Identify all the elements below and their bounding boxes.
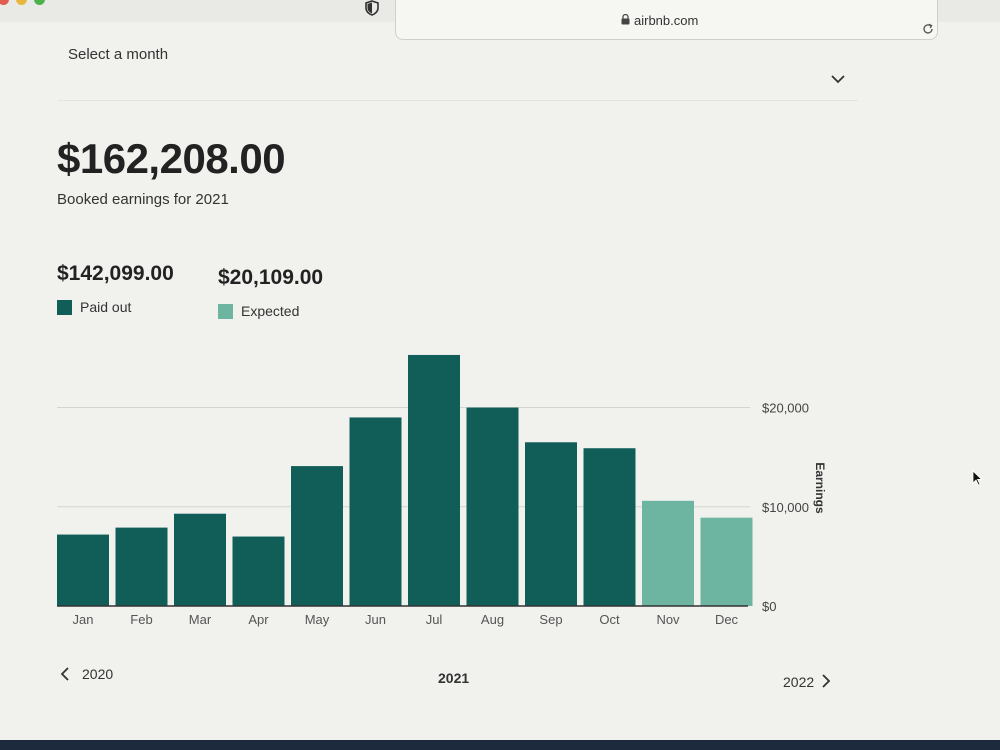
y-axis-label: Earnings bbox=[813, 462, 827, 514]
bar-mar-paid-out[interactable] bbox=[174, 513, 226, 606]
x-tick-label: Dec bbox=[715, 612, 739, 627]
y-tick-label: $10,000 bbox=[762, 500, 809, 515]
bar-sep-paid-out[interactable] bbox=[525, 442, 577, 606]
expected-value: $20,109.00 bbox=[218, 266, 324, 289]
x-tick-label: Jan bbox=[73, 612, 94, 627]
x-tick-label: Apr bbox=[248, 612, 269, 627]
bar-jun-paid-out[interactable] bbox=[349, 417, 402, 606]
chevron-left-icon bbox=[60, 667, 69, 681]
next-year-label: 2022 bbox=[783, 674, 815, 690]
total-earnings-caption: Booked earnings for 2021 bbox=[57, 191, 229, 208]
x-tick-label: Jul bbox=[426, 612, 443, 627]
chevron-right-icon bbox=[822, 674, 831, 688]
x-tick-label: Aug bbox=[481, 612, 504, 627]
url-text[interactable]: airbnb.com bbox=[634, 13, 698, 28]
bar-may-paid-out[interactable] bbox=[291, 466, 343, 606]
prev-year-label: 2020 bbox=[82, 666, 114, 682]
dock-strip bbox=[0, 740, 1000, 750]
window-controls bbox=[0, 0, 60, 6]
address-bar[interactable]: airbnb.com bbox=[395, 0, 938, 40]
month-select-label: Select a month bbox=[68, 46, 169, 63]
close-window-button[interactable] bbox=[0, 0, 9, 5]
earnings-chart: $0 $10,000 $20,000 Jan Feb Mar Apr May Jun Jul Aug… bbox=[0, 330, 1000, 650]
earnings-chart-svg: $0 $10,000 $20,000 Jan Feb Mar Apr May Jun Jul Aug… bbox=[57, 354, 827, 627]
lock-icon bbox=[621, 14, 630, 25]
x-tick-label: Oct bbox=[599, 612, 620, 627]
maximize-window-button[interactable] bbox=[34, 0, 45, 5]
paid-out-swatch bbox=[57, 300, 72, 315]
bar-nov-expected[interactable] bbox=[642, 500, 694, 606]
bar-apr-paid-out[interactable] bbox=[232, 536, 285, 606]
x-tick-label: Sep bbox=[539, 612, 562, 627]
current-year: 2021 bbox=[438, 670, 470, 686]
x-tick-label: Nov bbox=[656, 612, 680, 627]
x-tick-label: Mar bbox=[189, 612, 212, 627]
mouse-cursor-icon bbox=[972, 470, 982, 486]
y-tick-label: $0 bbox=[762, 599, 776, 614]
paid-out-label: Paid out bbox=[80, 299, 132, 315]
expected-label: Expected bbox=[241, 303, 300, 319]
expected-swatch bbox=[218, 304, 233, 319]
total-earnings: $162,208.00 bbox=[57, 135, 286, 182]
bar-feb-paid-out[interactable] bbox=[115, 527, 168, 606]
minimize-window-button[interactable] bbox=[16, 0, 27, 5]
reload-icon[interactable] bbox=[922, 23, 934, 35]
bar-dec-expected[interactable] bbox=[700, 517, 753, 606]
x-tick-label: Feb bbox=[130, 612, 152, 627]
y-tick-label: $20,000 bbox=[762, 401, 809, 416]
bar-aug-paid-out[interactable] bbox=[466, 407, 519, 606]
x-tick-label: Jun bbox=[365, 612, 386, 627]
bar-jul-paid-out[interactable] bbox=[408, 354, 460, 606]
x-tick-label: May bbox=[305, 612, 330, 627]
bar-jan-paid-out[interactable] bbox=[57, 534, 109, 606]
paid-out-value: $142,099.00 bbox=[57, 262, 174, 285]
shield-icon[interactable] bbox=[364, 0, 380, 16]
chevron-down-icon[interactable] bbox=[830, 74, 846, 84]
month-select[interactable]: Select a month bbox=[58, 40, 858, 101]
bar-oct-paid-out[interactable] bbox=[583, 448, 636, 606]
